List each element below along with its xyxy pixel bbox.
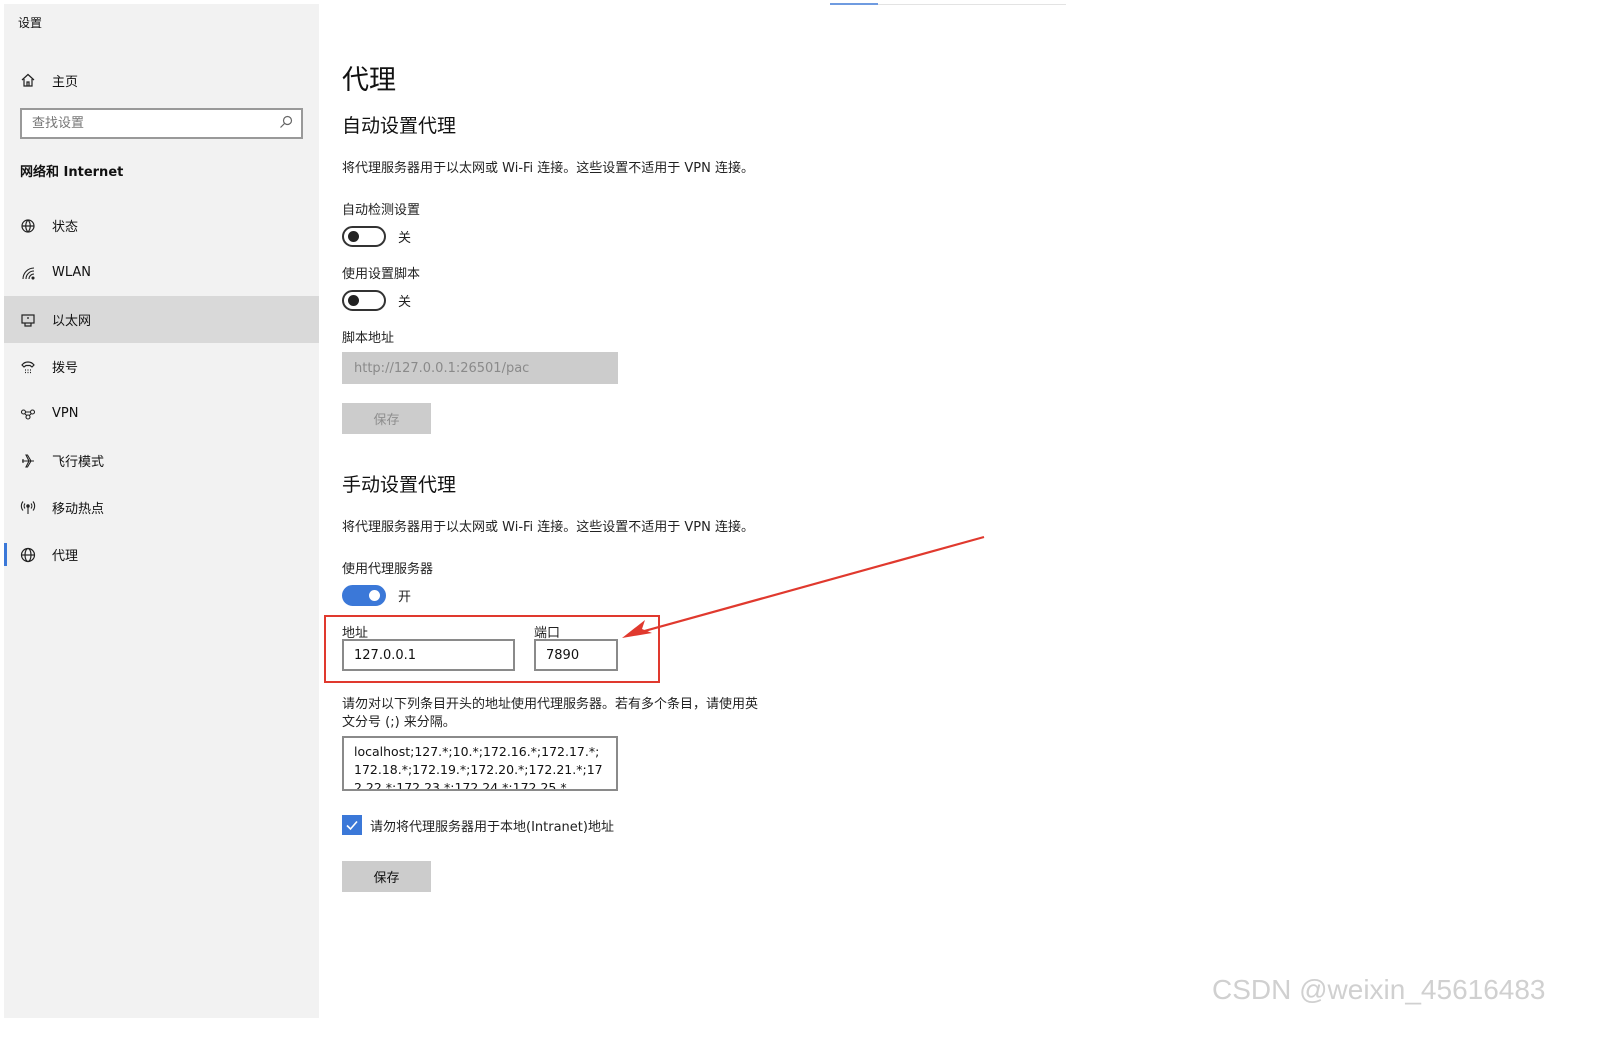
home-icon xyxy=(20,72,36,88)
auto-proxy-heading: 自动设置代理 xyxy=(342,115,457,137)
auto-detect-state: 关 xyxy=(398,231,412,246)
vpn-icon xyxy=(20,406,36,422)
exceptions-textarea[interactable]: localhost;127.*;10.*;172.16.*;172.17.*;1… xyxy=(342,736,618,791)
setup-script-label: 使用设置脚本 xyxy=(342,267,421,282)
home-label: 主页 xyxy=(52,74,79,90)
manual-proxy-heading: 手动设置代理 xyxy=(342,474,457,496)
dialup-icon xyxy=(20,359,36,375)
sidebar-item-vpn[interactable]: VPN xyxy=(4,390,319,437)
settings-sidebar: 设置 主页 网络和 Internet 状态 WLAN xyxy=(4,4,319,1018)
bypass-local-row[interactable]: 请勿将代理服务器用于本地(Intranet)地址 xyxy=(342,815,614,835)
airplane-icon xyxy=(20,453,36,469)
use-proxy-toggle[interactable] xyxy=(342,585,386,606)
sidebar-item-label: 状态 xyxy=(52,220,79,235)
sidebar-item-airplane[interactable]: 飞行模式 xyxy=(4,437,319,484)
script-address-label: 脚本地址 xyxy=(342,331,395,346)
app-title: 设置 xyxy=(18,16,43,30)
page-title: 代理 xyxy=(342,65,396,96)
wifi-icon xyxy=(20,265,36,281)
sidebar-item-label: 以太网 xyxy=(52,314,92,329)
search-input[interactable] xyxy=(32,116,262,131)
section-heading: 网络和 Internet xyxy=(20,165,124,180)
top-divider-accent xyxy=(830,3,878,5)
sidebar-item-wlan[interactable]: WLAN xyxy=(4,249,319,296)
toggle-knob xyxy=(369,590,380,601)
nav-list: 状态 WLAN 以太网 拨号 VPN 飞行模式 移动热点 代理 xyxy=(4,202,319,578)
annotation-arrow xyxy=(622,535,985,638)
sidebar-item-label: VPN xyxy=(52,406,79,421)
search-box[interactable] xyxy=(20,108,303,139)
sidebar-item-label: 拨号 xyxy=(52,361,79,376)
exceptions-description-line2: 文分号 (;) 来分隔。 xyxy=(342,715,456,730)
use-proxy-label: 使用代理服务器 xyxy=(342,562,434,577)
exceptions-description-line1: 请勿对以下列条目开头的地址使用代理服务器。若有多个条目，请使用英 xyxy=(342,697,759,712)
toggle-knob xyxy=(348,295,359,306)
sidebar-item-dialup[interactable]: 拨号 xyxy=(4,343,319,390)
setup-script-toggle[interactable] xyxy=(342,290,386,311)
checkmark-icon xyxy=(346,820,358,831)
use-proxy-toggle-row: 开 xyxy=(342,585,411,606)
bypass-local-label: 请勿将代理服务器用于本地(Intranet)地址 xyxy=(370,819,614,835)
auto-detect-label: 自动检测设置 xyxy=(342,203,421,218)
sidebar-item-label: 移动热点 xyxy=(52,502,105,517)
auto-proxy-description: 将代理服务器用于以太网或 Wi-Fi 连接。这些设置不适用于 VPN 连接。 xyxy=(342,161,755,176)
sidebar-item-label: WLAN xyxy=(52,265,92,280)
sidebar-item-hotspot[interactable]: 移动热点 xyxy=(4,484,319,531)
setup-script-state: 关 xyxy=(398,295,412,310)
main-content: 代理 自动设置代理 将代理服务器用于以太网或 Wi-Fi 连接。这些设置不适用于… xyxy=(342,0,1582,1037)
home-nav-item[interactable]: 主页 xyxy=(4,60,319,100)
auto-detect-toggle[interactable] xyxy=(342,226,386,247)
sidebar-item-ethernet[interactable]: 以太网 xyxy=(4,296,319,343)
selected-indicator xyxy=(4,543,7,566)
watermark: CSDN @weixin_45616483 xyxy=(1212,974,1546,1005)
bypass-local-checkbox[interactable] xyxy=(342,815,362,835)
sidebar-item-label: 代理 xyxy=(52,549,79,564)
sidebar-item-proxy[interactable]: 代理 xyxy=(4,531,319,578)
auto-save-button[interactable]: 保存 xyxy=(342,403,431,434)
sidebar-item-status[interactable]: 状态 xyxy=(4,202,319,249)
globe-icon xyxy=(20,547,36,563)
manual-save-button[interactable]: 保存 xyxy=(342,861,431,892)
toggle-knob xyxy=(348,231,359,242)
script-address-field[interactable] xyxy=(342,352,618,384)
status-icon xyxy=(20,218,36,234)
search-icon[interactable] xyxy=(279,114,293,133)
auto-detect-toggle-row: 关 xyxy=(342,226,411,247)
use-proxy-state: 开 xyxy=(398,590,412,605)
sidebar-item-label: 飞行模式 xyxy=(52,455,105,470)
setup-script-toggle-row: 关 xyxy=(342,290,411,311)
hotspot-icon xyxy=(20,500,36,516)
ethernet-icon xyxy=(20,312,36,328)
